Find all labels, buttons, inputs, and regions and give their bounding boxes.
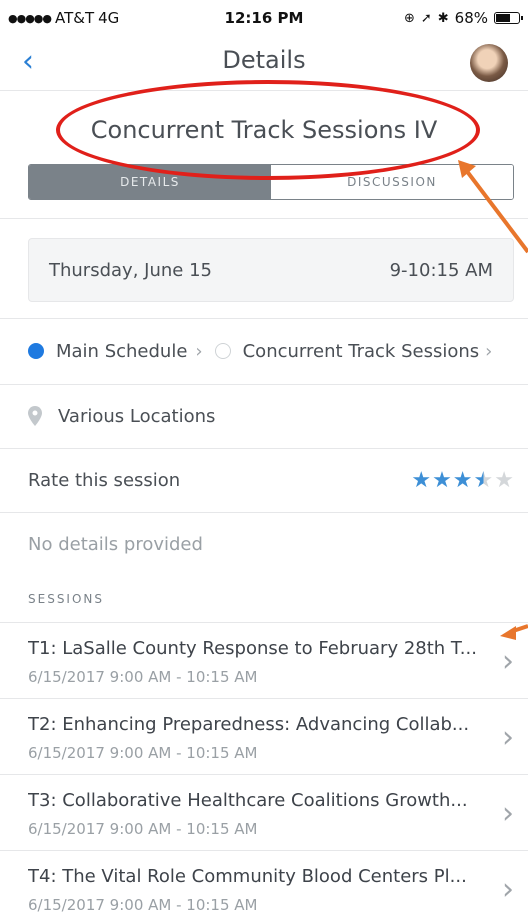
star-full-icon[interactable]: ★ xyxy=(411,468,431,493)
divider xyxy=(0,622,528,623)
no-details-text: No details provided xyxy=(28,534,203,555)
divider xyxy=(0,512,528,513)
star-empty-icon[interactable]: ★ xyxy=(494,468,514,493)
schedule-track-label[interactable]: Concurrent Track Sessions xyxy=(243,341,480,362)
battery-icon xyxy=(494,12,523,24)
chevron-right-icon: › xyxy=(485,340,493,362)
page-title: Details xyxy=(222,46,306,74)
session-item-time: 6/15/2017 9:00 AM - 10:15 AM xyxy=(28,896,258,914)
session-title: Concurrent Track Sessions IV xyxy=(90,116,438,144)
nav-divider xyxy=(0,90,528,91)
date-time-box: Thursday, June 15 9-10:15 AM xyxy=(28,238,514,302)
divider xyxy=(0,218,528,219)
session-item-time: 6/15/2017 9:00 AM - 10:15 AM xyxy=(28,744,258,762)
session-item-title: T1: LaSalle County Response to February … xyxy=(28,638,477,659)
session-item-title: T2: Enhancing Preparedness: Advancing Co… xyxy=(28,714,470,735)
divider xyxy=(0,698,528,699)
status-right: ⊕ ➚ ✱ 68% xyxy=(403,9,523,27)
status-bar: ●●●●● AT&T 4G 12:16 PM ⊕ ➚ ✱ 68% xyxy=(0,0,528,36)
avatar[interactable] xyxy=(470,44,508,82)
tab-details[interactable]: DETAILS xyxy=(29,165,271,199)
sessions-header: SESSIONS xyxy=(28,592,105,606)
rate-row: Rate this session ★ ★ ★ ★ ★ xyxy=(0,448,528,512)
star-full-icon[interactable]: ★ xyxy=(432,468,452,493)
star-half-icon[interactable]: ★ xyxy=(474,468,494,493)
main-schedule-dot-icon xyxy=(28,343,44,359)
session-item-time: 6/15/2017 9:00 AM - 10:15 AM xyxy=(28,668,258,686)
nav-bar: ‹ Details xyxy=(0,36,528,90)
session-item-time: 6/15/2017 9:00 AM - 10:15 AM xyxy=(28,820,258,838)
chevron-right-icon: › xyxy=(502,796,514,831)
map-pin-icon xyxy=(28,406,42,426)
rotation-lock-icon: ⊕ xyxy=(403,10,415,26)
schedule-main-label[interactable]: Main Schedule xyxy=(56,341,187,362)
session-list-item[interactable]: T3: Collaborative Healthcare Coalitions … xyxy=(0,776,528,850)
schedule-row: Main Schedule › Concurrent Track Session… xyxy=(0,318,528,384)
tab-discussion[interactable]: DISCUSSION xyxy=(271,165,513,199)
session-item-title: T3: Collaborative Healthcare Coalitions … xyxy=(28,790,468,811)
star-rating[interactable]: ★ ★ ★ ★ ★ xyxy=(411,468,514,493)
session-list-item[interactable]: T1: LaSalle County Response to February … xyxy=(0,624,528,698)
rate-label: Rate this session xyxy=(28,469,181,491)
chevron-right-icon: › xyxy=(502,720,514,755)
battery-percent: 68% xyxy=(454,9,488,27)
divider xyxy=(0,850,528,851)
session-item-title: T4: The Vital Role Community Blood Cente… xyxy=(28,866,467,887)
chevron-right-icon: › xyxy=(195,340,203,362)
session-time-range: 9-10:15 AM xyxy=(389,259,493,281)
star-full-icon[interactable]: ★ xyxy=(453,468,473,493)
divider xyxy=(0,774,528,775)
chevron-right-icon: › xyxy=(502,872,514,907)
chevron-right-icon: › xyxy=(502,644,514,679)
session-list-item[interactable]: T2: Enhancing Preparedness: Advancing Co… xyxy=(0,700,528,774)
bluetooth-icon: ✱ xyxy=(437,10,449,26)
location-arrow-icon: ➚ xyxy=(420,10,432,26)
session-list-item[interactable]: T4: The Vital Role Community Blood Cente… xyxy=(0,852,528,922)
track-dot-icon xyxy=(214,343,231,359)
location-row[interactable]: Various Locations xyxy=(0,384,528,448)
location-label: Various Locations xyxy=(58,405,216,427)
segmented-control: DETAILS DISCUSSION xyxy=(28,164,514,200)
session-date: Thursday, June 15 xyxy=(49,259,212,281)
